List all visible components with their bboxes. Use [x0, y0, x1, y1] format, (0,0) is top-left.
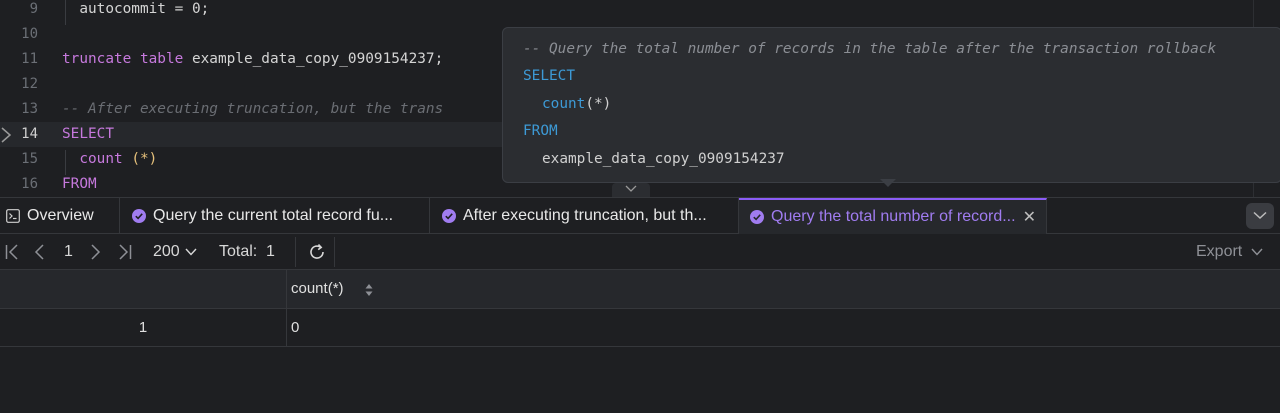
tab-query-total-after-rollback[interactable]: Query the total number of record... ✕ — [739, 198, 1047, 234]
tab-label: Query the total number of record... — [771, 208, 1016, 225]
chevron-down-icon — [185, 248, 197, 256]
code-text: count (*) — [79, 151, 158, 167]
code-text: autocommit = 0; — [62, 1, 210, 17]
line-number: 13 — [21, 101, 38, 117]
code-line[interactable]: 9 autocommit = 0; — [0, 0, 1280, 22]
line-number: 15 — [21, 151, 38, 167]
code-text: truncate table example_data_copy_0909154… — [62, 51, 444, 67]
tooltip-table-name: example_data_copy_0909154237 — [542, 151, 785, 167]
query-hover-tooltip: -- Query the total number of records in … — [502, 27, 1280, 183]
tab-overview[interactable]: Overview — [0, 198, 120, 234]
tab-label: Overview — [27, 207, 94, 224]
line-number: 11 — [21, 51, 38, 67]
prev-page-icon[interactable] — [34, 234, 44, 269]
code-text: SELECT — [62, 126, 114, 142]
collapse-panel-handle[interactable] — [612, 183, 650, 197]
tooltip-comment: -- Query the total number of records in … — [523, 41, 1217, 57]
tabs-dropdown-button[interactable] — [1246, 203, 1274, 229]
tooltip-caret — [880, 179, 896, 187]
export-label: Export — [1196, 242, 1243, 260]
line-number: 12 — [21, 76, 38, 92]
total-value: 1 — [266, 242, 275, 260]
tab-label: Query the current total record fu... — [153, 207, 394, 224]
chevron-down-icon — [625, 184, 637, 196]
check-circle-icon — [750, 210, 764, 224]
refresh-icon[interactable] — [308, 234, 326, 269]
line-number: 9 — [29, 1, 38, 17]
table-row[interactable]: 1 0 — [0, 309, 1280, 347]
page-size-select[interactable]: 200 — [153, 234, 197, 269]
result-grid: count(*) 1 0 — [0, 270, 1280, 413]
column-divider — [286, 270, 287, 347]
total-label: Total: — [219, 242, 258, 260]
code-text: FROM — [62, 176, 97, 192]
tab-after-truncation[interactable]: After executing truncation, but th... — [430, 198, 739, 234]
chevron-down-icon — [1253, 207, 1267, 225]
result-tabs-bar: Overview Query the current total record … — [0, 197, 1280, 234]
export-button[interactable]: Export — [1196, 234, 1263, 269]
tab-label: After executing truncation, but th... — [463, 207, 707, 224]
grid-header-row: count(*) — [0, 270, 1280, 309]
column-header-count[interactable]: count(*) — [291, 270, 344, 308]
sort-icon[interactable] — [364, 283, 374, 302]
close-tab-icon[interactable]: ✕ — [1023, 207, 1036, 227]
current-page-number[interactable]: 1 — [64, 234, 73, 269]
tab-query-current-total[interactable]: Query the current total record fu... — [120, 198, 430, 234]
tooltip-count-expression: count(*) — [542, 96, 612, 112]
check-circle-icon — [442, 209, 456, 223]
check-circle-icon — [132, 209, 146, 223]
code-text: -- After executing truncation, but the t… — [62, 101, 444, 117]
divider — [295, 237, 296, 267]
cell-count-value[interactable]: 0 — [291, 309, 299, 346]
tooltip-select-keyword: SELECT — [523, 68, 575, 84]
page-size-value: 200 — [153, 242, 180, 260]
last-page-icon[interactable] — [118, 234, 132, 269]
divider — [334, 237, 335, 267]
line-number: 10 — [21, 26, 38, 42]
row-number: 1 — [138, 319, 148, 336]
first-page-icon[interactable] — [5, 234, 19, 269]
chevron-down-icon — [1251, 248, 1263, 256]
result-toolbar: 1 200 Total: 1 Export — [0, 234, 1280, 270]
terminal-icon — [6, 209, 20, 223]
line-number: 16 — [21, 176, 38, 192]
next-page-icon[interactable] — [91, 234, 101, 269]
line-number: 14 — [21, 126, 38, 142]
tooltip-from-keyword: FROM — [523, 123, 558, 139]
